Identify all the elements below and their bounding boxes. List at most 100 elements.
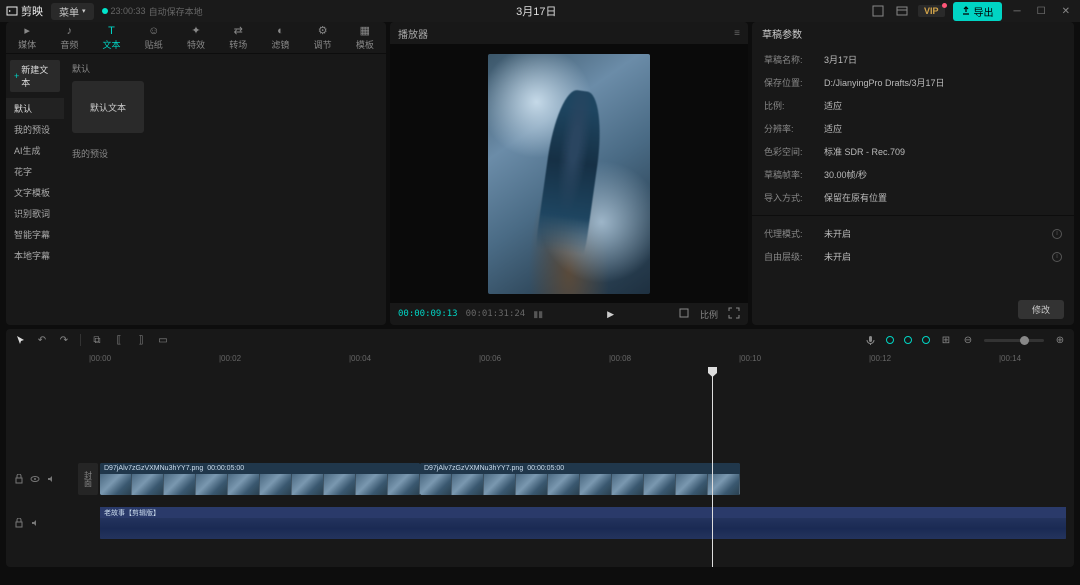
- lock-icon[interactable]: [14, 474, 24, 484]
- zoom-out-icon[interactable]: ⊖: [962, 334, 974, 346]
- vip-badge[interactable]: VIP: [918, 5, 945, 17]
- sidebar-item-0[interactable]: 默认: [6, 98, 64, 119]
- prop-row: 自由层级:未开启i: [752, 245, 1074, 268]
- video-track-lane[interactable]: D97jAlv7zGzVXMNu3hYY7.png00:00:05:00 D97…: [100, 463, 1066, 495]
- audio-clip[interactable]: 老故事【剪辑版】: [100, 507, 1066, 539]
- library-tab-5[interactable]: ⇄转场: [217, 22, 259, 53]
- video-track-head[interactable]: [6, 463, 76, 495]
- ruler-tick: |00:14: [999, 354, 1021, 363]
- preview-panel: 播放器 ≡ 00:00:09:13 00:01:31:24 ▮▮ ▶ 比例: [390, 22, 748, 325]
- ruler-tick: |00:02: [219, 354, 241, 363]
- ruler-tick: |00:04: [349, 354, 371, 363]
- timecode-total: 00:01:31:24: [466, 309, 526, 319]
- delete-icon[interactable]: ▭: [157, 334, 169, 346]
- library-tab-8[interactable]: ▦模板: [344, 22, 386, 53]
- prop-row: 比例:适应: [752, 94, 1074, 117]
- minimize-button[interactable]: ─: [1010, 6, 1025, 17]
- redo-icon[interactable]: ↷: [58, 334, 70, 346]
- maximize-button[interactable]: ☐: [1033, 6, 1050, 17]
- logo-icon: [6, 5, 18, 17]
- undo-icon[interactable]: ↶: [36, 334, 48, 346]
- sidebar-item-7[interactable]: 本地字幕: [6, 245, 64, 266]
- sidebar-item-5[interactable]: 识别歌词: [6, 203, 64, 224]
- prop-row: 分辨率:适应: [752, 117, 1074, 140]
- cover-button[interactable]: 封面: [78, 463, 98, 495]
- autosave-status: 23:00:33 自动保存本地: [102, 5, 203, 18]
- ruler-tick: |00:08: [609, 354, 631, 363]
- library-tab-7[interactable]: ⚙调节: [302, 22, 344, 53]
- project-title: 3月17日: [203, 3, 870, 19]
- library-tab-1[interactable]: ♪音频: [48, 22, 90, 53]
- audio-track-lane[interactable]: 老故事【剪辑版】: [100, 507, 1066, 539]
- ruler-tick: |00:00: [89, 354, 111, 363]
- export-icon: [961, 6, 971, 16]
- library-tab-0[interactable]: ▸媒体: [6, 22, 48, 53]
- sidebar-item-4[interactable]: 文字模板: [6, 182, 64, 203]
- magnet-icon[interactable]: [886, 336, 894, 344]
- library-tab-2[interactable]: T文本: [90, 22, 132, 53]
- mute-icon[interactable]: [30, 518, 40, 528]
- prop-row: 草稿名称:3月17日: [752, 48, 1074, 71]
- sidebar-item-2[interactable]: AI生成: [6, 140, 64, 161]
- zoom-in-icon[interactable]: ⊕: [1054, 334, 1066, 346]
- eye-icon[interactable]: [30, 474, 40, 484]
- track-option-icon[interactable]: ⊞: [940, 334, 952, 346]
- prop-row: 色彩空间:标准 SDR - Rec.709: [752, 140, 1074, 163]
- preview-image: [488, 54, 650, 294]
- audio-track-head[interactable]: [6, 507, 76, 539]
- modify-button[interactable]: 修改: [1018, 300, 1064, 319]
- default-text-thumb[interactable]: 默认文本: [72, 81, 144, 133]
- ratio-button[interactable]: 比例: [700, 308, 718, 321]
- split-icon[interactable]: ⧉: [91, 334, 103, 346]
- playhead[interactable]: [712, 367, 713, 567]
- ruler-tick: |00:12: [869, 354, 891, 363]
- close-button[interactable]: ✕: [1058, 6, 1074, 17]
- preview-title: 播放器: [398, 26, 428, 41]
- prop-row: 导入方式:保留在原有位置: [752, 186, 1074, 209]
- preview-axis-icon[interactable]: [922, 336, 930, 344]
- layout-icon[interactable]: [870, 3, 886, 19]
- crop-icon[interactable]: [678, 307, 690, 321]
- video-clip-2[interactable]: D97jAlv7zGzVXMNu3hYY7.png00:00:05:00: [420, 463, 740, 495]
- library-tab-4[interactable]: ✦特效: [175, 22, 217, 53]
- sidebar-item-6[interactable]: 智能字幕: [6, 224, 64, 245]
- play-button[interactable]: ▶: [607, 309, 614, 320]
- menu-button[interactable]: 菜单▾: [51, 3, 94, 20]
- mute-icon[interactable]: [46, 474, 56, 484]
- ruler-tick: |00:06: [479, 354, 501, 363]
- cut-left-icon[interactable]: ⟦: [113, 334, 125, 346]
- select-tool-icon[interactable]: [14, 334, 26, 346]
- sidebar-item-1[interactable]: 我的预设: [6, 119, 64, 140]
- preview-menu-icon[interactable]: ≡: [734, 28, 740, 39]
- preview-canvas[interactable]: [390, 44, 748, 303]
- fullscreen-icon[interactable]: [728, 307, 740, 321]
- lock-icon[interactable]: [14, 518, 24, 528]
- properties-title: 草稿参数: [752, 22, 1074, 44]
- prop-row: 草稿帧率:30.00帧/秒: [752, 163, 1074, 186]
- section-default-label: 默认: [72, 62, 378, 75]
- timecode-current: 00:00:09:13: [398, 309, 458, 319]
- timeline[interactable]: |00:00 |00:02 |00:04 |00:06 |00:08 |00:10 |00:…: [6, 351, 1074, 567]
- export-button[interactable]: 导出: [953, 2, 1002, 21]
- properties-panel: 草稿参数 草稿名称:3月17日保存位置:D:/JianyingPro Draft…: [752, 22, 1074, 325]
- prop-row: 保存位置:D:/JianyingPro Drafts/3月17日: [752, 71, 1074, 94]
- new-text-button[interactable]: 新建文本: [10, 60, 60, 92]
- library-tab-6[interactable]: ◐滤镜: [259, 22, 301, 53]
- cut-right-icon[interactable]: ⟧: [135, 334, 147, 346]
- info-icon[interactable]: i: [1052, 252, 1062, 262]
- timeline-toolbar: ↶ ↷ ⧉ ⟦ ⟧ ▭ ⊞ ⊖ ⊕: [6, 329, 1074, 351]
- sidebar-item-3[interactable]: 花字: [6, 161, 64, 182]
- prop-row: 代理模式:未开启i: [752, 222, 1074, 245]
- video-clip-1[interactable]: D97jAlv7zGzVXMNu3hYY7.png00:00:05:00: [100, 463, 420, 495]
- app-logo: 剪映: [6, 3, 43, 19]
- library-panel: ▸媒体♪音频T文本☺贴纸✦特效⇄转场◐滤镜⚙调节▦模板 新建文本 默认我的预设A…: [6, 22, 386, 325]
- zoom-slider[interactable]: [984, 339, 1044, 342]
- shortcut-icon[interactable]: [894, 3, 910, 19]
- info-icon[interactable]: i: [1052, 229, 1062, 239]
- link-icon[interactable]: [904, 336, 912, 344]
- section-preset-label: 我的预设: [72, 147, 378, 160]
- mic-icon[interactable]: [864, 334, 876, 346]
- volume-bars-icon[interactable]: ▮▮: [533, 309, 543, 320]
- ruler-tick: |00:10: [739, 354, 761, 363]
- library-tab-3[interactable]: ☺贴纸: [133, 22, 175, 53]
